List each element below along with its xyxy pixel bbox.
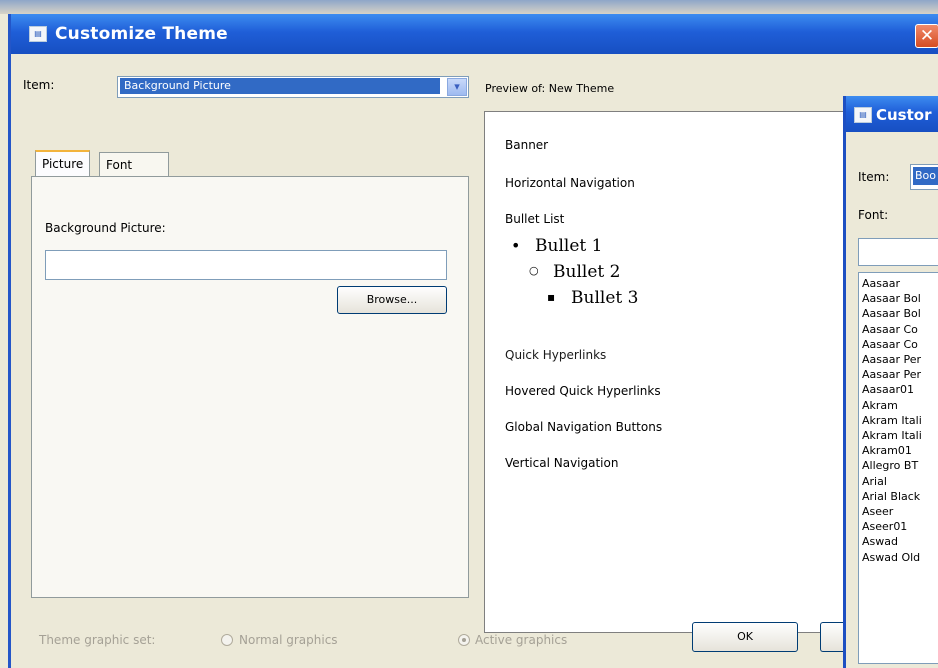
font-list-item[interactable]: Akram Itali [862, 429, 922, 442]
font-list-item[interactable]: Akram Itali [862, 414, 922, 427]
close-button[interactable]: ✕ [915, 24, 938, 48]
window-icon: ▤ [854, 107, 872, 123]
bullet-item-1: Bullet 1 [535, 236, 603, 256]
font-list-item[interactable]: Aasaar01 [862, 383, 914, 396]
font-list-item[interactable]: Arial Black [862, 490, 920, 503]
font-list-item[interactable]: Allegro BT [862, 459, 918, 472]
font-list-item[interactable]: Akram [862, 399, 898, 412]
preview-quick-hyperlinks: Quick Hyperlinks [505, 348, 607, 362]
bullet-circle-icon: ○ [529, 264, 539, 277]
font-list-item[interactable]: Aasaar Per [862, 368, 921, 381]
font-list-item[interactable]: Aasaar Co [862, 338, 918, 351]
font-dialog-overlapping: ▤ Custor Item: Boo Font: Aasaar Aasaar Bo… [843, 96, 938, 668]
browse-button[interactable]: Browse... [337, 286, 447, 314]
font-list-item[interactable]: Aswad [862, 535, 898, 548]
font-list-item[interactable]: Aswad Old [862, 551, 920, 564]
font-list-item[interactable]: Aseer01 [862, 520, 907, 533]
window-icon: ▤ [29, 26, 47, 42]
font-dialog-item-value: Boo [913, 167, 938, 185]
theme-preview-pane: Banner Horizontal Navigation Bullet List… [484, 111, 856, 633]
normal-graphics-label: Normal graphics [239, 633, 338, 647]
font-list-item[interactable]: Aseer [862, 505, 893, 518]
bullet-disc-icon: • [511, 236, 521, 255]
font-list-item[interactable]: Aasaar Per [862, 353, 921, 366]
bullet-item-3: Bullet 3 [571, 288, 639, 308]
title-bar[interactable]: ▤ Customize Theme ✕ [11, 14, 938, 54]
item-label: Item: [23, 78, 55, 92]
active-graphics-radio[interactable] [458, 634, 470, 646]
font-label: Font: [858, 208, 889, 222]
bullet-item-2: Bullet 2 [553, 262, 621, 282]
preview-global-navigation-buttons: Global Navigation Buttons [505, 420, 663, 434]
background-picture-label: Background Picture: [45, 221, 166, 235]
font-list-item[interactable]: Aasaar Bol [862, 292, 921, 305]
font-dialog-title: Custor [876, 106, 932, 124]
preview-horizontal-navigation: Horizontal Navigation [505, 176, 635, 190]
chevron-down-icon[interactable]: ▾ [447, 78, 467, 96]
preview-banner: Banner [505, 138, 549, 152]
font-input[interactable] [858, 238, 938, 266]
item-dropdown[interactable]: Background Picture ▾ [117, 76, 469, 98]
preview-bullet-list: Bullet List [505, 212, 565, 226]
font-dialog-item-dropdown[interactable]: Boo [910, 164, 938, 190]
font-list-item[interactable]: Aasaar Bol [862, 307, 921, 320]
close-icon: ✕ [919, 26, 935, 46]
preview-vertical-navigation: Vertical Navigation [505, 456, 619, 470]
bullet-square-icon: ▪ [547, 290, 556, 304]
ok-button[interactable]: OK [692, 622, 798, 652]
theme-graphic-set-label: Theme graphic set: [39, 633, 156, 647]
customize-theme-dialog: ▤ Customize Theme ✕ Item: Background Pic… [8, 14, 938, 668]
tab-font[interactable]: Font [99, 152, 169, 177]
background-picture-input[interactable] [45, 250, 447, 280]
item-dropdown-value: Background Picture [120, 78, 440, 94]
normal-graphics-radio[interactable] [221, 634, 233, 646]
preview-hovered-quick-hyperlinks: Hovered Quick Hyperlinks [505, 384, 661, 398]
font-dialog-title-bar[interactable]: ▤ Custor [846, 96, 938, 132]
preview-label: Preview of: New Theme [485, 82, 615, 95]
picture-tab-panel [31, 176, 469, 598]
window-title: Customize Theme [55, 24, 228, 44]
font-list-item[interactable]: Aasaar [862, 277, 900, 290]
font-dialog-item-label: Item: [858, 170, 890, 184]
font-list-item[interactable]: Arial [862, 475, 887, 488]
font-list-item[interactable]: Aasaar Co [862, 323, 918, 336]
tab-picture[interactable]: Picture [35, 150, 91, 178]
active-graphics-label: Active graphics [475, 633, 568, 647]
font-list-item[interactable]: Akram01 [862, 444, 912, 457]
font-list[interactable]: Aasaar Aasaar Bol Aasaar Bol Aasaar Co Aasaa… [858, 272, 938, 664]
desktop-background-strip [0, 0, 938, 14]
